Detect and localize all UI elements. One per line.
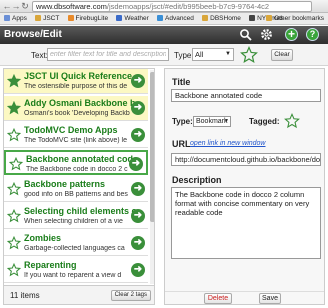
delete-button[interactable]: Delete: [204, 293, 232, 304]
list-footer: 11 items Clear 2 tags: [3, 286, 155, 305]
list-item-subtitle: When selecting children of a vie: [24, 218, 123, 225]
list-item-title: Addy Osmani Backbone book: [24, 98, 136, 108]
arrow-right-icon[interactable]: ➜: [129, 157, 143, 171]
arrow-right-icon[interactable]: ➜: [131, 236, 145, 250]
nytimes-icon: [249, 15, 256, 21]
list-item-subtitle: The ostensible purpose of this de: [24, 83, 128, 90]
list-item-subtitle: Osmani's book 'Developing Backb: [24, 110, 130, 117]
filter-text-input[interactable]: [47, 48, 169, 61]
list-item-subtitle: The TodoMVC site (link above) le: [24, 137, 127, 144]
bookmarks-bar: Apps JSCT FirebugLite Weather Advanced D…: [0, 13, 328, 25]
list-item-subtitle: The Backbone code in docco 2 c: [26, 166, 128, 173]
bookmark-advanced[interactable]: Advanced: [155, 13, 196, 24]
item-list: JSCT UI Quick Reference The ostensible pu…: [3, 68, 155, 286]
list-item-title: Selecting child elements of: [24, 206, 136, 216]
clear-tags-button[interactable]: Clear 2 tags: [110, 290, 151, 301]
gear-icon[interactable]: [260, 28, 273, 41]
url-host: www.dbsoftware.com: [36, 2, 107, 11]
edit-panel: Title Backbone annotated code Type: Book…: [164, 68, 325, 305]
star-icon[interactable]: [8, 156, 24, 173]
folder-icon: [266, 15, 273, 21]
list-item-title: TodoMVC Demo Apps: [24, 125, 118, 135]
list-item[interactable]: Backbone annotated code The Backbone code…: [4, 150, 148, 175]
list-item-title: Reparenting: [24, 260, 77, 270]
arrow-right-icon[interactable]: ➜: [131, 263, 145, 277]
edit-footer: Delete Save: [165, 291, 324, 304]
address-bar[interactable]: www.dbsoftware.com/jsdemoapps/jsct/#edit…: [32, 1, 312, 12]
edit-type-select[interactable]: Bookmark ▼: [193, 116, 231, 127]
list-item[interactable]: Selecting child elements of When selectin…: [4, 204, 148, 229]
chevron-down-icon: ▼: [225, 51, 231, 57]
chevron-down-icon: ▼: [224, 118, 229, 124]
open-link[interactable]: open link in new window: [190, 140, 266, 147]
list-item-subtitle: If you want to reparent a view d: [24, 272, 122, 279]
url-field[interactable]: http://documentcloud.github.io/backbone/…: [171, 153, 321, 166]
list-scroll-thumb[interactable]: [150, 72, 154, 222]
arrow-right-icon[interactable]: ➜: [131, 101, 145, 115]
url-path: /jsdemoapps/jsct/#edit/b995beeb-b7c9-976…: [106, 2, 270, 11]
advanced-icon: [157, 15, 163, 21]
bookmark-apps[interactable]: Apps: [2, 13, 29, 24]
edit-type-value: Bookmark: [196, 118, 228, 125]
filter-type-value: All: [195, 50, 204, 59]
page-title: Browse/Edit: [4, 29, 62, 40]
bookmark-firebuglite[interactable]: FirebugLite: [66, 13, 111, 24]
star-icon[interactable]: [6, 73, 22, 90]
folder-icon: [202, 15, 209, 21]
bookmark-dbshome[interactable]: DBSHome: [200, 13, 243, 24]
list-item-title: Zombies: [24, 233, 62, 243]
folder-icon: [35, 15, 42, 21]
item-count: 11 items: [10, 291, 40, 300]
filter-type-select[interactable]: All ▼: [192, 48, 234, 61]
title-label: Title: [172, 77, 191, 87]
star-icon[interactable]: [6, 100, 22, 117]
weather-icon: [116, 15, 123, 21]
save-button[interactable]: Save: [259, 293, 281, 304]
star-icon[interactable]: [6, 262, 22, 279]
list-item[interactable]: Reparenting If you want to reparent a vie…: [4, 258, 148, 283]
arrow-right-icon[interactable]: ➜: [131, 209, 145, 223]
star-icon[interactable]: [6, 127, 22, 144]
star-icon[interactable]: [6, 235, 22, 252]
list-scrollbar[interactable]: [150, 70, 154, 284]
firebug-icon: [67, 15, 74, 21]
list-item[interactable]: Addy Osmani Backbone book Osmani's book '…: [4, 96, 148, 121]
list-item-title: Backbone patterns: [24, 179, 106, 189]
tagged-star-icon[interactable]: [284, 113, 300, 131]
title-field[interactable]: Backbone annotated code: [171, 89, 321, 102]
url-label: URL: [172, 139, 191, 149]
bookmark-weather[interactable]: Weather: [114, 13, 150, 24]
list-item[interactable]: Zombies Garbage-collected languages ca ➜: [4, 231, 148, 256]
filter-star-icon[interactable]: [240, 46, 258, 66]
arrow-right-icon[interactable]: ➜: [131, 128, 145, 142]
search-icon[interactable]: [239, 28, 252, 41]
reload-icon[interactable]: ↻: [20, 1, 30, 11]
arrow-right-icon[interactable]: ➜: [131, 182, 145, 196]
edit-type-label: Type:: [172, 117, 193, 126]
description-label: Description: [172, 175, 222, 185]
list-item[interactable]: TodoMVC Demo Apps The TodoMVC site (link …: [4, 123, 148, 148]
tagged-label: Tagged:: [249, 117, 280, 126]
list-item-subtitle: good info on BB patterns and bes: [24, 191, 128, 198]
clear-filter-button[interactable]: Clear: [271, 49, 293, 61]
app-header: Browse/Edit + ?: [0, 26, 328, 44]
list-item-title: Backbone annotated code: [26, 154, 138, 164]
bookmark-jsct[interactable]: JSCT: [33, 13, 61, 24]
list-item[interactable]: JSCT UI Quick Reference The ostensible pu…: [4, 69, 148, 94]
add-button[interactable]: +: [285, 28, 298, 41]
bookmark-other[interactable]: Other bookmarks: [264, 13, 326, 24]
filter-bar: Text: Type: All ▼ Clear: [0, 44, 328, 66]
description-field[interactable]: The Backbone code in docco 2 column form…: [171, 187, 321, 259]
help-button[interactable]: ?: [306, 28, 319, 41]
apps-icon: [4, 15, 10, 21]
star-icon[interactable]: [6, 181, 22, 198]
arrow-right-icon[interactable]: ➜: [131, 74, 145, 88]
browser-url-bar: ← → ↻ www.dbsoftware.com/jsdemoapps/jsct…: [0, 0, 328, 13]
star-icon[interactable]: [6, 208, 22, 225]
list-item-subtitle: Garbage-collected languages ca: [24, 245, 125, 252]
filter-text-label: Text:: [31, 51, 48, 60]
list-item-title: JSCT UI Quick Reference: [24, 71, 133, 81]
list-item[interactable]: Backbone patterns good info on BB pattern…: [4, 177, 148, 202]
filter-type-label: Type:: [174, 51, 194, 60]
